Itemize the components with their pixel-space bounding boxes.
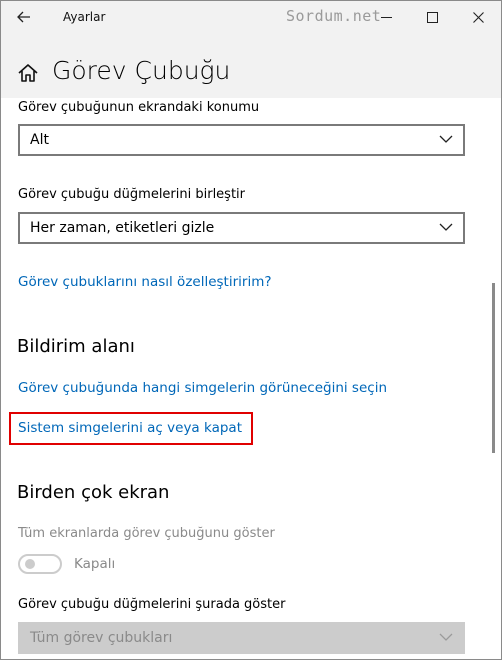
show-taskbar-toggle[interactable]: [18, 554, 62, 574]
multiple-displays-heading: Birden çok ekran: [17, 482, 170, 503]
notification-area-heading: Bildirim alanı: [17, 336, 135, 357]
taskbar-location-label: Görev çubuğunun ekrandaki konumu: [18, 100, 260, 115]
page-title: Görev Çubuğu: [52, 56, 231, 85]
scrollbar-thumb[interactable]: [492, 283, 495, 453]
taskbar-location-value: Alt: [30, 132, 49, 148]
chevron-down-icon: [439, 633, 453, 641]
settings-window: Ayarlar Sordum.net Görev Çubuğu Görev çu…: [0, 0, 502, 660]
combine-buttons-label: Görev çubuğu düğmelerini birleştir: [18, 187, 246, 202]
back-button[interactable]: [9, 4, 39, 30]
show-buttons-dropdown[interactable]: Tüm görev çubukları: [18, 622, 465, 654]
close-button[interactable]: [455, 1, 501, 34]
close-icon: [472, 12, 484, 23]
taskbar-location-dropdown[interactable]: Alt: [18, 124, 465, 156]
maximize-button[interactable]: [409, 1, 455, 34]
home-icon[interactable]: [17, 62, 39, 84]
page-header: Görev Çubuğu: [1, 34, 501, 98]
back-arrow-icon: [17, 11, 30, 23]
settings-content: Görev çubuğunun ekrandaki konumu Alt Gör…: [1, 98, 501, 659]
minimize-icon: [380, 16, 392, 18]
toggle-state-label: Kapalı: [74, 556, 116, 572]
show-taskbar-all-displays-label: Tüm ekranlarda görev çubuğunu göster: [18, 526, 275, 541]
combine-buttons-dropdown[interactable]: Her zaman, etiketleri gizle: [18, 212, 465, 244]
maximize-icon: [426, 12, 438, 23]
select-icons-link[interactable]: Görev çubuğunda hangi simgelerin görünec…: [18, 380, 387, 396]
system-icons-link[interactable]: Sistem simgelerini aç veya kapat: [18, 420, 242, 436]
combine-buttons-value: Her zaman, etiketleri gizle: [30, 220, 215, 236]
chevron-down-icon: [439, 223, 453, 231]
minimize-button[interactable]: [363, 1, 409, 34]
toggle-knob: [25, 559, 35, 569]
customize-taskbar-link[interactable]: Görev çubuklarını nasıl özelleştiririm?: [18, 274, 272, 290]
show-buttons-label: Görev çubuğu düğmelerini şurada göster: [18, 597, 286, 612]
chevron-down-icon: [439, 135, 453, 143]
show-buttons-value: Tüm görev çubukları: [30, 630, 173, 646]
app-title: Ayarlar: [63, 10, 106, 24]
title-bar: Ayarlar Sordum.net: [1, 1, 501, 34]
